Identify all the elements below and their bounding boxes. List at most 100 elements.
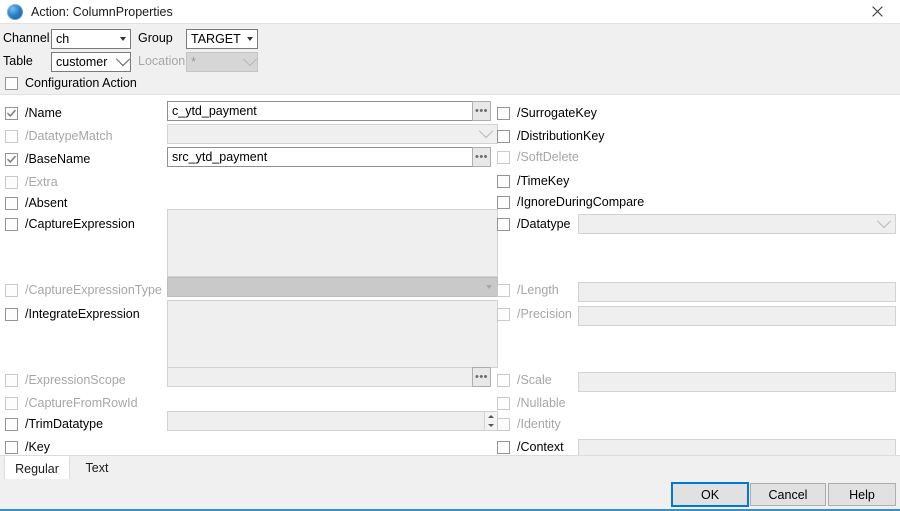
checkbox-expression-scope [5, 373, 18, 387]
close-icon[interactable] [854, 0, 900, 23]
right-field-scale[interactable]: /Scale [497, 373, 552, 387]
checkbox-nullable [497, 396, 510, 410]
left-field-datatype-match[interactable]: /DatatypeMatch [5, 129, 113, 143]
left-field-capture-expression-type[interactable]: /CaptureExpressionType [5, 283, 162, 297]
cancel-button-label: Cancel [768, 487, 808, 502]
chevron-down-icon [243, 30, 257, 48]
label-key: /Key [25, 440, 51, 454]
right-field-surrogate-key[interactable]: /SurrogateKey [497, 106, 597, 120]
spinner-up-icon[interactable] [485, 412, 497, 421]
right-field-distribution-key[interactable]: /DistributionKey [497, 129, 605, 143]
chevron-down-icon [478, 124, 494, 139]
label-time-key: /TimeKey [517, 174, 570, 188]
checkbox-time-key[interactable] [497, 174, 510, 188]
left-field-base-name[interactable]: /BaseName [5, 152, 90, 166]
input-length [578, 282, 896, 302]
checkbox-absent[interactable] [5, 196, 18, 210]
checkbox-distribution-key[interactable] [497, 129, 510, 143]
configuration-action-label: Configuration Action [25, 76, 137, 90]
checkbox-precision [497, 307, 510, 321]
right-field-precision[interactable]: /Precision [497, 307, 572, 321]
right-field-length[interactable]: /Length [497, 283, 559, 297]
table-combo[interactable]: customer [51, 52, 131, 72]
label-extra: /Extra [25, 175, 58, 189]
location-label: Location [138, 54, 186, 68]
help-button[interactable]: Help [828, 483, 896, 506]
spinner-down-icon[interactable] [485, 421, 497, 430]
right-field-datatype[interactable]: /Datatype [497, 217, 571, 231]
globe-icon [7, 3, 23, 20]
label-soft-delete: /SoftDelete [517, 150, 579, 164]
left-field-trim-datatype[interactable]: /TrimDatatype [5, 417, 103, 431]
label-expression-scope: /ExpressionScope [25, 373, 126, 387]
left-field-expression-scope[interactable]: /ExpressionScope [5, 373, 126, 387]
title-bar: Action: ColumnProperties [0, 0, 900, 23]
input-trim-datatype[interactable] [167, 411, 485, 431]
ok-button[interactable]: OK [672, 483, 748, 506]
label-context: /Context [517, 440, 564, 454]
right-field-soft-delete[interactable]: /SoftDelete [497, 150, 579, 164]
ellipsis-icon: ••• [474, 105, 489, 117]
tab-regular[interactable]: Regular [4, 456, 70, 480]
channel-value: ch [56, 32, 70, 46]
checkbox-identity [497, 417, 510, 431]
label-capture-from-row-id: /CaptureFromRowId [25, 396, 138, 410]
tab-strip: Regular Text [0, 455, 900, 480]
left-field-name[interactable]: /Name [5, 106, 62, 120]
input-name[interactable]: c_ytd_payment [167, 101, 479, 121]
chevron-down-icon [876, 214, 892, 229]
label-distribution-key: /DistributionKey [517, 129, 605, 143]
cancel-button[interactable]: Cancel [750, 483, 826, 506]
right-field-nullable[interactable]: /Nullable [497, 396, 566, 410]
left-field-extra[interactable]: /Extra [5, 175, 58, 189]
configuration-action-checkbox[interactable] [5, 76, 18, 90]
ellipsis-icon: ••• [474, 151, 489, 163]
left-field-absent[interactable]: /Absent [5, 196, 67, 210]
checkbox-key[interactable] [5, 440, 18, 454]
tab-text-label: Text [85, 461, 109, 475]
checkbox-trim-datatype[interactable] [5, 417, 18, 431]
checkbox-surrogate-key[interactable] [497, 106, 510, 120]
label-capture-expression: /CaptureExpression [25, 217, 135, 231]
tab-text[interactable]: Text [70, 456, 124, 480]
checkbox-context[interactable] [497, 440, 510, 454]
label-datatype: /Datatype [517, 217, 571, 231]
left-field-key[interactable]: /Key [5, 440, 50, 454]
browse-button-name[interactable]: ••• [472, 101, 491, 121]
label-surrogate-key: /SurrogateKey [517, 106, 597, 120]
group-label: Group [138, 31, 173, 45]
checkbox-datatype-match [5, 129, 18, 143]
label-name: /Name [25, 106, 62, 120]
checkbox-datatype[interactable] [497, 217, 510, 231]
input-integrate-expression [167, 300, 498, 368]
input-base-name[interactable]: src_ytd_payment [167, 147, 479, 167]
checkbox-capture-expression[interactable] [5, 217, 18, 231]
channel-combo[interactable]: ch [51, 29, 131, 49]
browse-button-expression-scope[interactable]: ••• [472, 367, 491, 387]
label-identity: /Identity [517, 417, 561, 431]
checkbox-base-name[interactable] [5, 152, 18, 166]
configuration-action-row[interactable]: Configuration Action [5, 76, 137, 90]
checkbox-length [497, 283, 510, 297]
combo-datatype[interactable] [578, 214, 896, 234]
checkbox-ignore-during-compare[interactable] [497, 195, 510, 209]
browse-button-base-name[interactable]: ••• [472, 147, 491, 167]
ellipsis-icon: ••• [474, 371, 489, 383]
left-field-capture-expression[interactable]: /CaptureExpression [5, 217, 135, 231]
checkbox-scale [497, 373, 510, 387]
footer-panel: OK Cancel Help [0, 479, 900, 509]
checkbox-name[interactable] [5, 106, 18, 120]
right-field-context[interactable]: /Context [497, 440, 564, 454]
right-field-ignore-during-compare[interactable]: /IgnoreDuringCompare [497, 195, 644, 209]
group-row: Group [138, 31, 173, 45]
left-field-capture-from-row-id[interactable]: /CaptureFromRowId [5, 396, 138, 410]
checkbox-integrate-expression[interactable] [5, 307, 18, 321]
chevron-down-icon [115, 52, 131, 71]
right-field-time-key[interactable]: /TimeKey [497, 174, 569, 188]
group-combo[interactable]: TARGET [186, 29, 258, 49]
chevron-down-icon [242, 52, 258, 71]
ok-button-label: OK [700, 487, 720, 502]
location-value: * [191, 55, 196, 69]
right-field-identity[interactable]: /Identity [497, 417, 561, 431]
left-field-integrate-expression[interactable]: /IntegrateExpression [5, 307, 140, 321]
